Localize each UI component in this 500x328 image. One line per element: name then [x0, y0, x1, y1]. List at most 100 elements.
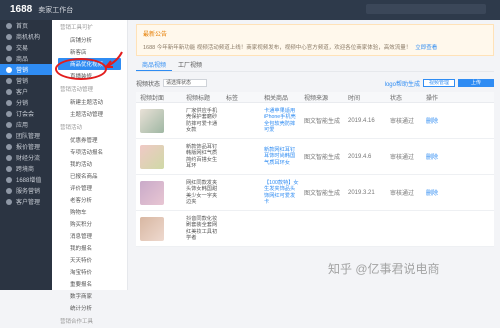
top-bar: 1688 卖家工作台 — [0, 0, 500, 20]
nav-icon — [6, 198, 12, 205]
video-title: 抖音同款化妆刷套装全套网红美妆工具初学者 — [186, 215, 218, 242]
sidebar-item-16[interactable]: 客户管理 — [0, 196, 52, 207]
sidebar-item-label: 营销 — [16, 79, 29, 85]
brand-logo[interactable]: 1688 卖家工作台 — [10, 4, 73, 15]
delete-link[interactable]: 删除 — [422, 116, 462, 125]
tab-product-video[interactable]: 商品视频 — [136, 62, 173, 71]
sidebar-item-label: 营销 — [16, 68, 29, 74]
sidebar-item-5[interactable]: 营销 — [0, 75, 52, 86]
col-time: 时间 — [348, 95, 361, 102]
col-status: 状态 — [390, 95, 403, 102]
sidebar-item-label: 服务营销 — [16, 189, 41, 195]
sidebar-item-label: 1688增值 — [16, 178, 42, 184]
tab-factory-video[interactable]: 工厂视频 — [172, 62, 208, 71]
sidebar-item-8[interactable]: 订会会 — [0, 108, 52, 119]
video-time: 2019.4.6 — [348, 153, 372, 160]
subnav-link[interactable]: 商品优化视频 — [58, 58, 121, 70]
related-goods-link[interactable]: 卡通苹果适用iPhone手机壳全包软壳防摔可爱 — [260, 108, 300, 134]
sidebar-item-13[interactable]: 跨境商 — [0, 163, 52, 174]
status-select[interactable]: 请选择状态 — [163, 79, 208, 87]
col-title: 视频标题 — [186, 95, 211, 102]
subnav-link[interactable]: 统计分析 — [52, 302, 127, 314]
subnav-link[interactable]: 专项活动报名 — [52, 146, 127, 158]
subnav-link[interactable]: 老客分析 — [52, 194, 127, 206]
nav-icon — [6, 187, 12, 194]
subnav-group-title: 营销活动管理 — [60, 87, 94, 93]
subnav-link[interactable]: 重要报名 — [52, 278, 127, 290]
video-title: 厂家供应手机壳保护套磨砂防摔可爱卡通女款 — [186, 107, 218, 134]
video-thumbnail[interactable] — [136, 216, 182, 241]
video-title: 网红同款发夹头饰女韩国甜美少女一字夹边夹 — [186, 179, 218, 206]
subnav-link[interactable]: 已报名商品 — [52, 170, 127, 182]
col-action: 操作 — [426, 95, 439, 102]
subnav-link[interactable]: 淘宝特价 — [52, 266, 127, 278]
main-content: 最新公告 1688 今年新年新功能 视频活动频道上线！商家视频发布，视频中心官方… — [136, 24, 494, 286]
nav-icon — [6, 165, 12, 172]
subnav-link[interactable]: 购买积分 — [52, 218, 127, 230]
video-time: 2019.3.21 — [348, 189, 375, 196]
sidebar-item-10[interactable]: 团队管理 — [0, 130, 52, 141]
video-time: 2019.4.16 — [348, 117, 375, 124]
subnav-link[interactable]: 店铺分析 — [52, 34, 127, 46]
nav-icon — [6, 176, 12, 183]
sidebar-item-label: 分销 — [16, 101, 29, 107]
nav-icon — [6, 77, 12, 84]
video-thumbnail[interactable] — [136, 144, 182, 169]
subnav-link[interactable]: 消息管理 — [52, 230, 127, 242]
sidebar-item-7[interactable]: 分销 — [0, 97, 52, 108]
sidebar-item-3[interactable]: 商品 — [0, 53, 52, 64]
related-goods-link[interactable]: 【100款特】女生发夹饰品头饰网红可爱发卡 — [260, 180, 300, 206]
subnav-link[interactable]: 我的活动 — [52, 158, 127, 170]
subnav-link[interactable]: 评价管理 — [52, 182, 127, 194]
subnav-link[interactable]: 购物车 — [52, 206, 127, 218]
nav-icon — [6, 33, 12, 40]
subnav-link[interactable]: 主题活动管理 — [52, 108, 127, 120]
nav-icon — [6, 22, 12, 29]
subnav-group-title: 营销活动 — [60, 125, 83, 131]
upload-button[interactable]: 上传 — [458, 79, 494, 87]
col-cover: 视频封面 — [140, 95, 165, 102]
sidebar-item-6[interactable]: 客户 — [0, 86, 52, 97]
announcement-link[interactable]: 立即查看 — [415, 45, 437, 51]
video-source: 图文智能生成 — [304, 119, 341, 125]
subnav-group-title: 营销工具可扩 — [60, 25, 94, 31]
sidebar-item-14[interactable]: 1688增值 — [0, 174, 52, 185]
video-manage-button[interactable]: 视频管理 — [422, 79, 455, 87]
subnav-link[interactable]: 直播装修 — [52, 70, 127, 82]
sidebar-item-label: 财经分流 — [16, 156, 41, 162]
sidebar-item-label: 交易 — [16, 46, 29, 52]
top-search-area[interactable] — [366, 4, 486, 14]
related-goods-link[interactable]: 新款网红耳钉耳饰时尚韩国气质耳环女 — [260, 147, 300, 167]
sidebar-item-label: 商品 — [16, 57, 29, 63]
secondary-sidebar: 营销工具可扩店铺分析 新客店 商品优化视频 直播装修营销活动管理新建主题活动 主题活动管… — [52, 20, 128, 325]
video-thumbnail[interactable] — [136, 108, 182, 133]
delete-link[interactable]: 删除 — [422, 152, 462, 161]
table-header: 视频封面 视频标题 标签 相关商品 视频来源 时间 状态 操作 — [136, 92, 494, 103]
subnav-link[interactable]: 数字商家 — [52, 290, 127, 302]
subnav-link[interactable]: 天天特价 — [52, 254, 127, 266]
sidebar-item-11[interactable]: 报价管理 — [0, 141, 52, 152]
col-goods: 相关商品 — [264, 95, 289, 102]
nav-icon — [6, 99, 12, 106]
sidebar-item-label: 商机机构 — [16, 35, 41, 41]
video-tabs: 商品视频 工厂视频 — [136, 62, 494, 72]
logo-help-link[interactable]: logo帮助生成 — [385, 79, 420, 88]
sidebar-item-4[interactable]: 营销 — [0, 64, 52, 75]
thumbnail-image — [140, 180, 164, 205]
sidebar-item-12[interactable]: 财经分流 — [0, 152, 52, 163]
subnav-link[interactable]: 优惠券管理 — [52, 134, 127, 146]
sidebar-item-1[interactable]: 商机机构 — [0, 31, 52, 42]
nav-icon — [6, 110, 12, 117]
sidebar-item-9[interactable]: 应用 — [0, 119, 52, 130]
video-title: 新款饰品耳钉韩版网红气质简约百搭女生耳环 — [186, 143, 218, 170]
sidebar-item-2[interactable]: 交易 — [0, 42, 52, 53]
sidebar-item-15[interactable]: 服务营销 — [0, 185, 52, 196]
subnav-link[interactable]: 新客店 — [52, 46, 127, 58]
sidebar-item-0[interactable]: 首页 — [0, 20, 52, 31]
video-thumbnail[interactable] — [136, 180, 182, 205]
subnav-group-title: 营销合作工具 — [60, 319, 94, 325]
status-filter-label: 视频状态 — [136, 81, 161, 88]
delete-link[interactable]: 删除 — [422, 188, 462, 197]
subnav-link[interactable]: 新建主题活动 — [52, 96, 127, 108]
subnav-link[interactable]: 我的报名 — [52, 242, 127, 254]
